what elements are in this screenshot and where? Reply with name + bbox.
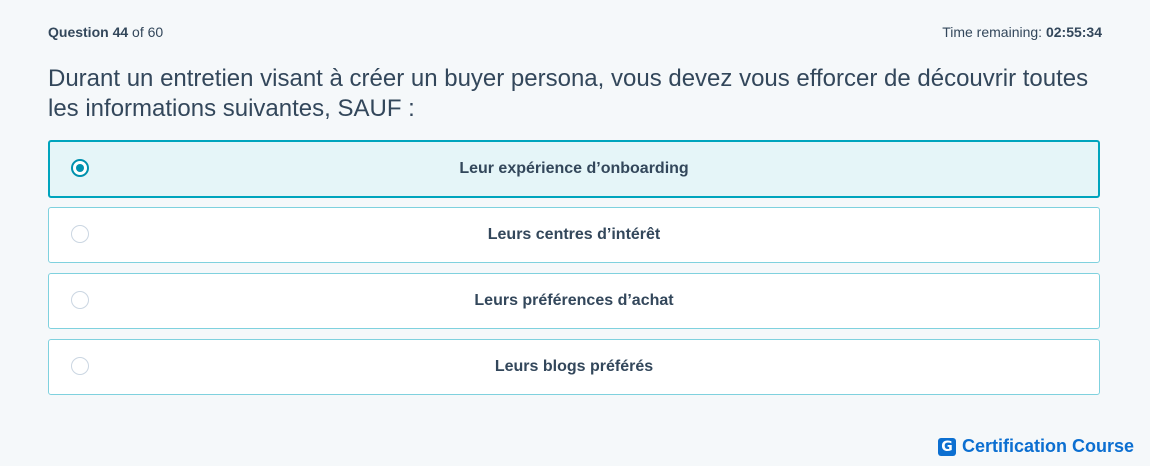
brand-logo: G Certification Course — [937, 436, 1134, 457]
question-number: 44 — [112, 24, 129, 40]
answer-option-3[interactable]: Leurs préférences d’achat — [48, 273, 1100, 329]
time-value: 02:55:34 — [1045, 24, 1102, 40]
answer-option-4[interactable]: Leurs blogs préférés — [48, 339, 1100, 395]
answer-option-2[interactable]: Leurs centres d’intérêt — [48, 207, 1100, 263]
brand-name: Certification Course — [961, 436, 1134, 456]
answer-label: Leur expérience d’onboarding — [459, 160, 689, 177]
answer-label: Leurs centres d’intérêt — [487, 226, 661, 243]
question-text: Durant un entretien visant à créer un bu… — [48, 65, 1089, 122]
answer-label: Leurs blogs préférés — [494, 358, 654, 375]
answer-label: Leurs préférences d’achat — [474, 292, 674, 309]
time-remaining: Time remaining: 02:55:34 — [942, 24, 1102, 40]
question-total: of 60 — [132, 24, 164, 40]
time-label: Time remaining: — [942, 24, 1043, 40]
brand-g-icon: G — [937, 437, 956, 456]
question-label: Question — [48, 24, 109, 40]
answer-option-1[interactable]: Leur expérience d’onboarding — [48, 140, 1100, 198]
question-counter: Question 44 of 60 — [48, 24, 163, 40]
